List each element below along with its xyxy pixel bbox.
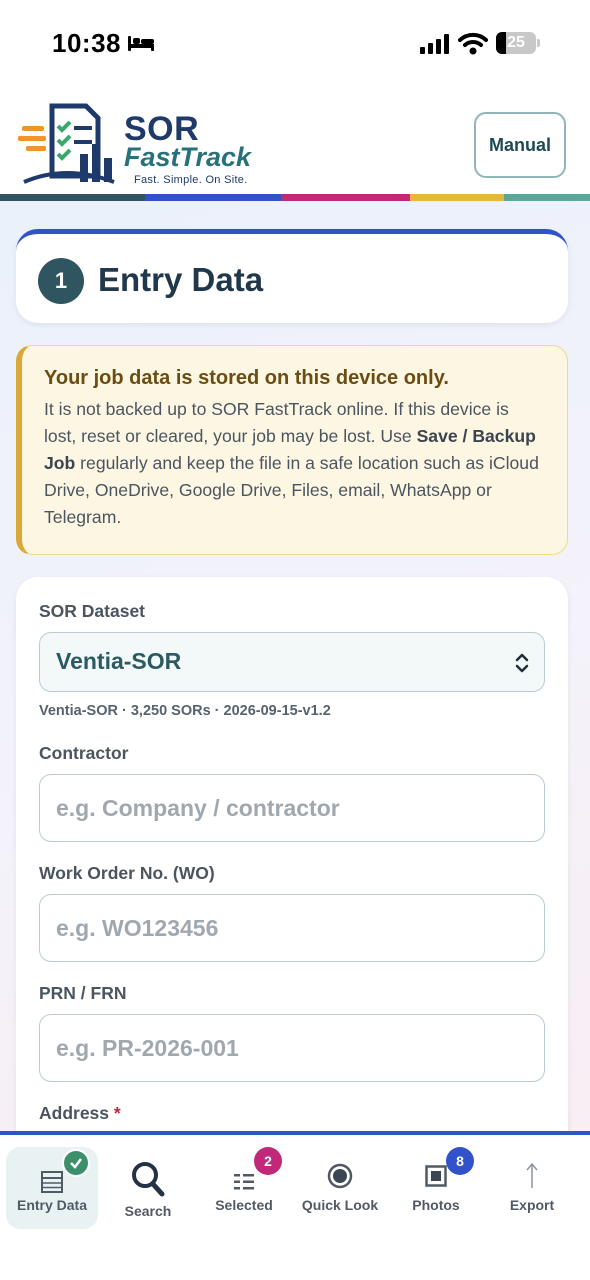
contractor-input[interactable] xyxy=(39,774,545,842)
page-title: Entry Data xyxy=(98,261,264,298)
prn-frn-input[interactable] xyxy=(39,1014,545,1082)
storage-warning: Your job data is stored on this device o… xyxy=(16,345,568,555)
table-icon xyxy=(41,1171,63,1193)
battery-icon: 25 xyxy=(496,32,540,54)
entry-form: SOR Dataset Ventia-SOR Ventia-SOR · 3,25… xyxy=(16,577,568,1133)
upload-arrow-icon xyxy=(526,1162,538,1188)
nav-photos[interactable]: 8 Photos xyxy=(390,1147,482,1229)
work-order-label: Work Order No. (WO) xyxy=(39,863,215,883)
photos-count-badge: 8 xyxy=(446,1147,474,1175)
wifi-icon xyxy=(458,32,488,55)
status-bar: 10:38 25 xyxy=(0,0,590,90)
dataset-info: Ventia-SOR · 3,250 SORs · 2026-09-15-v1.… xyxy=(39,703,331,719)
list-icon xyxy=(234,1174,254,1190)
chevron-up-down-icon xyxy=(515,653,529,673)
warning-body: It is not backed up to SOR FastTrack onl… xyxy=(44,399,539,527)
manual-button[interactable]: Manual xyxy=(474,112,566,178)
dataset-select[interactable]: Ventia-SOR xyxy=(39,632,545,692)
nav-selected[interactable]: 2 Selected xyxy=(198,1147,290,1229)
nav-export[interactable]: Export xyxy=(486,1147,578,1229)
nav-quick-look[interactable]: Quick Look xyxy=(294,1147,386,1229)
check-icon xyxy=(70,1158,82,1169)
selected-count-badge: 2 xyxy=(254,1147,282,1175)
record-icon xyxy=(327,1163,353,1189)
required-marker: * xyxy=(113,1103,121,1123)
dataset-label: SOR Dataset xyxy=(39,601,146,621)
step-number: 1 xyxy=(38,258,84,304)
work-order-input[interactable] xyxy=(39,894,545,962)
sleep-focus-icon xyxy=(128,36,154,51)
contractor-label: Contractor xyxy=(39,743,129,763)
nav-entry-data[interactable]: Entry Data xyxy=(6,1147,98,1229)
main-content[interactable]: 1 Entry Data Your job data is stored on … xyxy=(0,201,590,1133)
section-header-card: 1 Entry Data xyxy=(16,229,568,323)
cellular-signal-icon xyxy=(420,34,449,54)
search-icon xyxy=(132,1162,165,1197)
clock: 10:38 xyxy=(52,28,121,58)
dataset-selected-value: Ventia-SOR xyxy=(56,648,182,674)
complete-check-badge xyxy=(62,1149,90,1177)
bottom-nav: Entry Data Search 2 Selected Quick Look … xyxy=(0,1135,590,1280)
nav-search[interactable]: Search xyxy=(102,1147,194,1229)
photo-icon xyxy=(425,1165,447,1187)
warning-title: Your job data is stored on this device o… xyxy=(44,367,449,389)
battery-percent: 25 xyxy=(507,34,525,51)
brand-stripe xyxy=(0,194,590,201)
prn-frn-label: PRN / FRN xyxy=(39,983,127,1003)
app-header: SOR FastTrack Fast. Simple. On Site. Man… xyxy=(0,90,590,196)
sor-fasttrack-logo: SOR FastTrack Fast. Simple. On Site. xyxy=(16,98,260,190)
address-label: Address * xyxy=(39,1103,121,1123)
